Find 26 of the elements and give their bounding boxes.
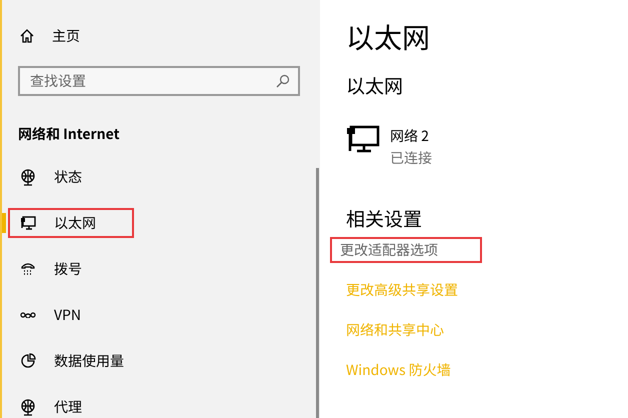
- ethernet-icon: [20, 214, 36, 232]
- nav-item[interactable]: VPN: [8, 300, 134, 330]
- search-icon: [276, 74, 290, 88]
- home-nav-item[interactable]: 主页: [2, 26, 316, 46]
- home-icon: [20, 29, 34, 43]
- section-heading: 相关设置: [346, 205, 424, 233]
- link-icon: [20, 312, 36, 318]
- nav-item[interactable]: 拨号: [8, 254, 134, 284]
- globe-icon: [20, 168, 36, 186]
- nav-item[interactable]: 数据使用量: [8, 346, 134, 376]
- phone-icon: [20, 260, 36, 278]
- home-label: 主页: [52, 26, 80, 46]
- nav-item[interactable]: 以太网: [8, 208, 134, 238]
- connection-status: 已连接: [390, 147, 432, 169]
- ethernet-icon: [346, 125, 380, 153]
- pie-chart-icon: [20, 352, 36, 370]
- page-title: 以太网: [346, 16, 432, 58]
- nav-item[interactable]: 状态: [8, 162, 134, 192]
- search-field[interactable]: 查找设置: [18, 66, 300, 96]
- section-title: 网络和 Internet: [18, 123, 120, 146]
- scrollbar[interactable]: [316, 168, 319, 418]
- section-heading: 以太网: [346, 72, 404, 100]
- nav-item[interactable]: 代理: [8, 392, 134, 418]
- globe-icon: [20, 398, 36, 416]
- settings-link[interactable]: 更改适配器选项: [330, 237, 482, 263]
- network-name: 网络 2: [390, 125, 430, 147]
